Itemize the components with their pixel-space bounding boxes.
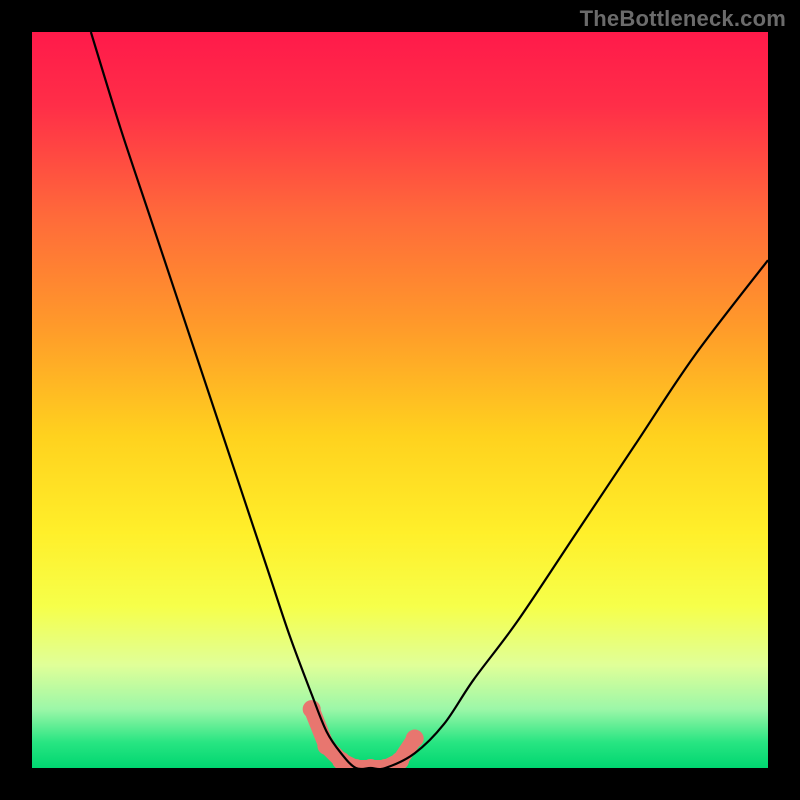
- optimal-point: [317, 737, 335, 755]
- chart-frame: TheBottleneck.com: [0, 0, 800, 800]
- bottleneck-curve: [91, 32, 768, 768]
- curve-layer: [32, 32, 768, 768]
- plot-area: [32, 32, 768, 768]
- optimal-point: [406, 730, 424, 748]
- watermark-text: TheBottleneck.com: [580, 6, 786, 32]
- optimal-range-markers: [303, 700, 424, 768]
